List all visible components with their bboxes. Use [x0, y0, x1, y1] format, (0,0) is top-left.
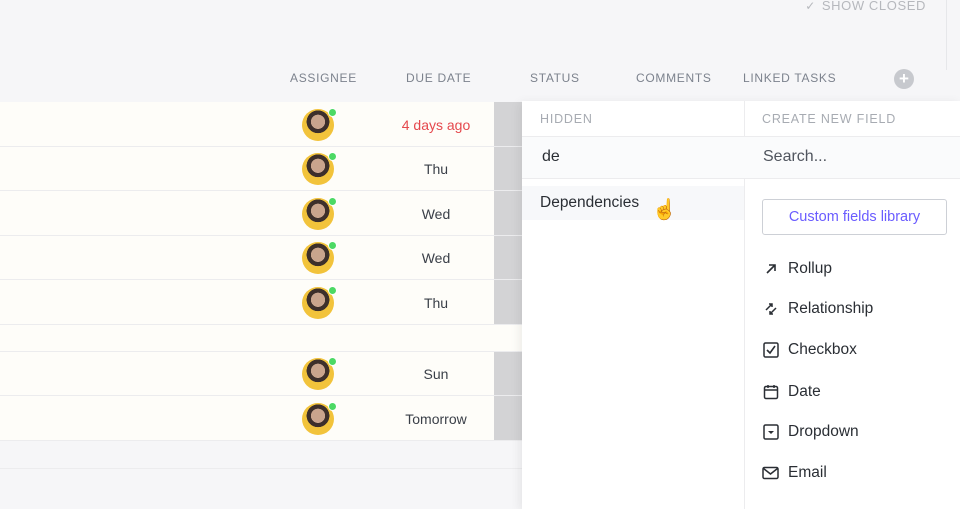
create-field-section-label: CREATE NEW FIELD	[762, 112, 897, 126]
field-type-label: Rollup	[788, 260, 832, 277]
field-type-label: Email	[788, 464, 827, 481]
due-date[interactable]: Tomorrow	[380, 411, 492, 427]
calendar-icon	[762, 384, 779, 401]
online-status-dot	[328, 108, 337, 117]
table-row[interactable]: Sun	[0, 352, 522, 396]
due-date[interactable]: Sun	[380, 366, 492, 382]
hidden-field-item[interactable]: Dependencies	[522, 186, 744, 220]
status-cell[interactable]	[494, 147, 522, 190]
custom-fields-library-button[interactable]: Custom fields library	[762, 199, 947, 235]
status-cell[interactable]	[494, 191, 522, 235]
divider	[946, 0, 947, 70]
dropdown-icon	[762, 424, 779, 441]
due-date[interactable]: 4 days ago	[380, 117, 492, 133]
avatar[interactable]	[302, 152, 337, 185]
online-status-dot	[328, 241, 337, 250]
arrow-up-right-icon	[762, 261, 779, 278]
field-type-label: Date	[788, 383, 821, 400]
status-cell[interactable]	[494, 102, 522, 146]
avatar[interactable]	[302, 357, 337, 390]
status-cell[interactable]	[494, 236, 522, 279]
add-column-button[interactable]: +	[894, 69, 914, 89]
field-type-rollup[interactable]: Rollup	[762, 260, 832, 278]
status-cell[interactable]	[494, 280, 522, 324]
column-header-linked-tasks[interactable]: LINKED TASKS	[743, 71, 836, 85]
table-row[interactable]: 4 days ago	[0, 102, 522, 147]
table-row[interactable]: Thu	[0, 280, 522, 325]
field-search-input[interactable]	[763, 148, 943, 166]
list-spacer	[0, 325, 522, 352]
hidden-field-label: Dependencies	[540, 194, 640, 211]
column-picker-panel: HIDDEN CREATE NEW FIELD de Dependencies …	[522, 101, 960, 509]
plus-icon: +	[899, 69, 909, 88]
mail-icon	[762, 465, 779, 482]
field-type-label: Checkbox	[788, 341, 857, 358]
show-closed-label: SHOW CLOSED	[821, 0, 926, 13]
column-header-due-date[interactable]: DUE DATE	[406, 71, 471, 85]
due-date[interactable]: Wed	[380, 206, 492, 222]
online-status-dot	[328, 197, 337, 206]
field-type-label: Relationship	[788, 300, 874, 317]
due-date[interactable]: Thu	[380, 161, 492, 177]
avatar[interactable]	[302, 241, 337, 274]
avatar[interactable]	[302, 286, 337, 319]
table-row[interactable]: Wed	[0, 191, 522, 236]
field-type-date[interactable]: Date	[762, 383, 821, 401]
avatar[interactable]	[302, 402, 337, 435]
field-type-relationship[interactable]: Relationship	[762, 300, 873, 318]
field-type-dropdown[interactable]: Dropdown	[762, 423, 859, 441]
table-row[interactable]: Wed	[0, 236, 522, 280]
relationship-icon	[762, 301, 779, 318]
table-row[interactable]: Thu	[0, 147, 522, 191]
due-date[interactable]: Thu	[380, 295, 492, 311]
hidden-section-label: HIDDEN	[540, 112, 593, 126]
status-cell[interactable]	[494, 396, 522, 440]
check-icon: ✓	[805, 0, 816, 13]
checkbox-icon	[762, 342, 779, 359]
field-type-label: Dropdown	[788, 423, 859, 440]
online-status-dot	[328, 357, 337, 366]
status-cell[interactable]	[494, 352, 522, 395]
hidden-filter-input[interactable]: de	[542, 148, 560, 166]
column-header-status[interactable]: STATUS	[530, 71, 580, 85]
online-status-dot	[328, 286, 337, 295]
avatar[interactable]	[302, 108, 337, 141]
field-type-email[interactable]: Email	[762, 464, 827, 482]
show-closed-toggle[interactable]: ✓ SHOW CLOSED	[805, 0, 926, 13]
list-spacer	[0, 441, 522, 469]
column-header-comments[interactable]: COMMENTS	[636, 71, 712, 85]
online-status-dot	[328, 152, 337, 161]
table-row[interactable]: Tomorrow	[0, 396, 522, 441]
due-date[interactable]: Wed	[380, 250, 492, 266]
hand-pointer-icon: ☝	[652, 199, 677, 221]
column-header-assignee[interactable]: ASSIGNEE	[290, 71, 357, 85]
avatar[interactable]	[302, 197, 337, 230]
online-status-dot	[328, 402, 337, 411]
field-type-checkbox[interactable]: Checkbox	[762, 341, 857, 359]
